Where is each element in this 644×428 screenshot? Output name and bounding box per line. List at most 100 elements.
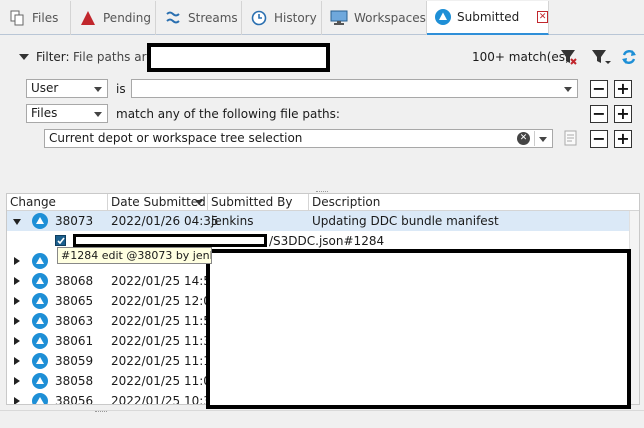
change-number: 38061	[55, 334, 94, 348]
chevron-down-icon	[94, 87, 102, 92]
column-date-submitted[interactable]: Date Submitted	[108, 194, 208, 211]
submitted-icon	[435, 8, 451, 26]
tab-bar: Files Pending Streams History Workspaces…	[0, 0, 644, 35]
expand-row-icon[interactable]	[14, 257, 20, 265]
rule-field-files-value: Files	[31, 106, 58, 120]
table-row[interactable]: 38073 2022/01/26 04:35 jenkins Updating …	[7, 211, 639, 231]
change-number: 38063	[55, 314, 94, 328]
change-number: 38059	[55, 354, 94, 368]
chevron-down-icon	[564, 87, 572, 92]
sort-descending-icon	[195, 200, 203, 205]
expand-row-icon[interactable]	[14, 397, 20, 404]
remove-rule-button[interactable]: −	[590, 80, 608, 98]
chevron-down-icon	[539, 137, 547, 142]
rule-files-operator: match any of the following file paths:	[116, 107, 340, 121]
expand-row-icon[interactable]	[14, 317, 20, 325]
chevron-down-icon	[94, 112, 102, 117]
tab-files[interactable]: Files	[0, 1, 71, 35]
expand-row-icon[interactable]	[14, 297, 20, 305]
table-header: Change Date Submitted Submitted By Descr…	[7, 194, 639, 211]
file-checked-icon	[55, 235, 66, 246]
submitted-change-icon	[32, 373, 48, 389]
tab-workspaces-label: Workspaces	[354, 11, 426, 25]
date-submitted: 2022/01/26 04:35	[111, 214, 219, 228]
tab-pending-label: Pending	[103, 11, 151, 25]
file-path-value: Current depot or workspace tree selectio…	[49, 131, 303, 145]
change-number: 38068	[55, 274, 94, 288]
status-bar	[0, 410, 644, 428]
date-submitted: 2022/01/25 11:50	[111, 314, 219, 328]
submitted-change-icon	[32, 353, 48, 369]
submitted-change-icon	[32, 273, 48, 289]
submitted-change-icon	[32, 333, 48, 349]
submitted-change-icon	[32, 393, 48, 404]
column-change[interactable]: Change	[7, 194, 108, 211]
splitter-handle[interactable]	[95, 411, 107, 413]
change-number: 38073	[55, 214, 94, 228]
pending-triangle-icon	[79, 9, 97, 27]
user-value-combo[interactable]	[131, 79, 578, 98]
tab-history[interactable]: History	[242, 1, 322, 35]
add-rule-button[interactable]: +	[614, 80, 632, 98]
date-submitted: 2022/01/25 11:15	[111, 354, 219, 368]
column-description[interactable]: Description	[309, 194, 631, 211]
change-number: 38065	[55, 294, 94, 308]
expand-row-icon[interactable]	[14, 337, 20, 345]
filter-paths-label: File paths are	[73, 50, 154, 64]
tab-files-label: Files	[32, 11, 59, 25]
tab-submitted-label: Submitted	[457, 10, 520, 24]
close-tab-icon[interactable]: ✕	[537, 11, 548, 23]
redacted-file-path	[73, 234, 267, 247]
column-submitted-by[interactable]: Submitted By	[208, 194, 309, 211]
add-rule-button[interactable]: +	[614, 105, 632, 123]
column-date-submitted-label: Date Submitted	[111, 195, 206, 209]
description: Updating DDC bundle manifest	[312, 214, 499, 228]
tab-streams-label: Streams	[188, 11, 238, 25]
path-list-icon[interactable]	[563, 129, 579, 147]
submitted-change-icon	[32, 293, 48, 309]
clock-icon	[250, 9, 268, 27]
rule-field-files-dropdown[interactable]: Files	[26, 104, 108, 123]
date-submitted: 2022/01/25 11:05	[111, 374, 219, 388]
submitted-change-icon	[32, 313, 48, 329]
add-rule-button[interactable]: +	[614, 130, 632, 148]
expand-row-icon[interactable]	[14, 277, 20, 285]
file-name: /S3DDC.json#1284	[269, 234, 385, 248]
tab-workspaces[interactable]: Workspaces	[322, 1, 427, 35]
monitor-icon	[330, 9, 348, 27]
clear-field-icon[interactable]: ✕	[517, 132, 530, 145]
file-tooltip: #1284 edit @38073 by jenkins	[57, 247, 212, 264]
match-count: 100+ match(es)	[472, 50, 570, 64]
tab-submitted[interactable]: Submitted ✕	[427, 1, 549, 35]
rule-operator-is: is	[116, 82, 126, 96]
filter-options-icon[interactable]	[591, 48, 611, 66]
expand-row-icon[interactable]	[14, 357, 20, 365]
submitted-change-icon	[32, 253, 48, 269]
submitted-by: jenkins	[211, 214, 254, 228]
clear-filter-icon[interactable]	[560, 48, 578, 66]
redacted-filter-value	[147, 43, 330, 72]
filter-label: Filter:	[36, 50, 70, 64]
date-submitted: 2022/01/25 14:53	[111, 274, 219, 288]
redacted-region	[206, 249, 631, 409]
collapse-row-icon[interactable]	[13, 219, 21, 225]
files-icon	[8, 9, 26, 27]
combo-divider	[534, 131, 535, 146]
change-number: 38058	[55, 374, 94, 388]
change-number: 38056	[55, 394, 94, 405]
date-submitted: 2022/01/25 11:34	[111, 334, 219, 348]
rule-field-user-dropdown[interactable]: User	[26, 79, 108, 98]
file-path-combo[interactable]: Current depot or workspace tree selectio…	[44, 129, 553, 148]
refresh-icon[interactable]	[620, 48, 638, 66]
tab-streams[interactable]: Streams	[156, 1, 242, 35]
filter-collapse-icon[interactable]	[19, 54, 29, 60]
streams-icon	[164, 9, 182, 27]
expand-row-icon[interactable]	[14, 377, 20, 385]
date-submitted: 2022/01/25 12:05	[111, 294, 219, 308]
rule-field-user-value: User	[31, 81, 59, 95]
remove-rule-button[interactable]: −	[590, 130, 608, 148]
submitted-change-icon	[32, 213, 48, 229]
tab-pending[interactable]: Pending	[71, 1, 156, 35]
remove-rule-button[interactable]: −	[590, 105, 608, 123]
date-submitted: 2022/01/25 10:35	[111, 394, 219, 405]
